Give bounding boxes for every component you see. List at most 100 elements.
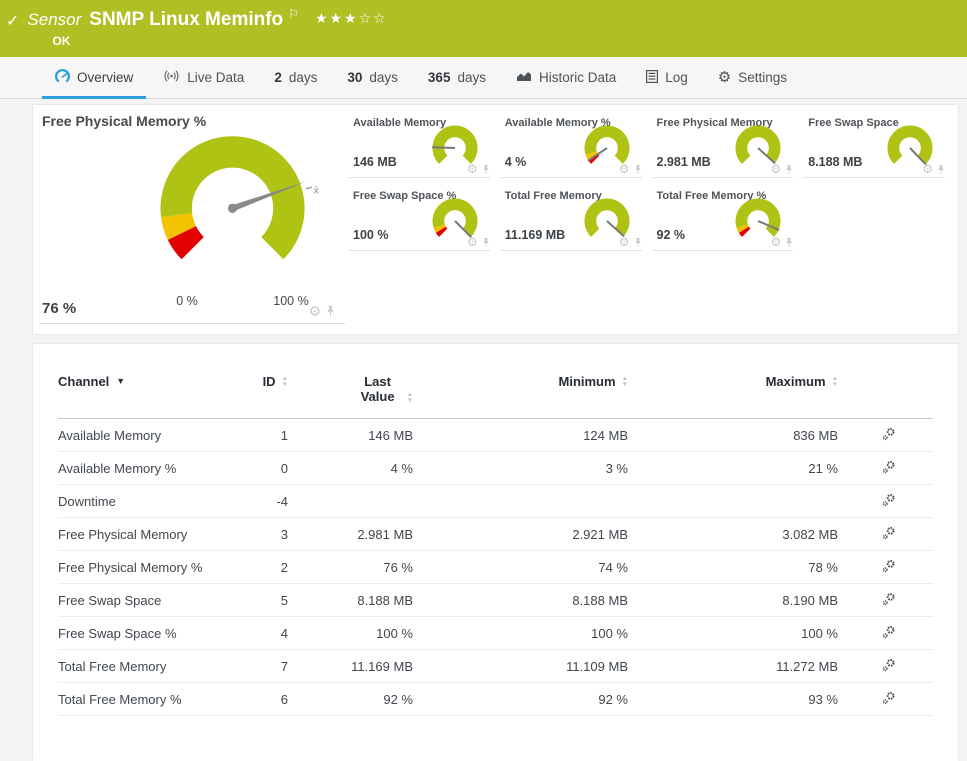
channel-table-row[interactable]: Downtime -4 [58, 485, 933, 518]
edit-channel-gears-icon[interactable] [882, 460, 896, 474]
gauge-settings-gear-icon[interactable]: ⚙ [308, 304, 321, 318]
tile-settings-gear-icon[interactable]: ⚙ [619, 236, 630, 248]
channel-minimum: 124 MB [583, 427, 628, 443]
column-header-maximum[interactable]: Maximum ▲ ▼ [766, 374, 838, 389]
channel-minimum: 92 % [598, 691, 628, 707]
column-header-channel[interactable]: Channel ▼ [58, 374, 230, 389]
tile-pin-icon[interactable] [634, 237, 642, 248]
channel-last-value: 92 % [383, 691, 413, 707]
channel-name[interactable]: Free Physical Memory [58, 527, 230, 542]
channel-maximum: 78 % [808, 559, 838, 575]
favorite-flag-icon[interactable]: ⚐ [288, 7, 299, 21]
gauge-pin-icon[interactable] [326, 305, 335, 317]
tab-overview[interactable]: Overview [40, 57, 148, 99]
tile-pin-icon[interactable] [482, 237, 490, 248]
channel-maximum: 836 MB [793, 427, 838, 443]
tab-historic-data[interactable]: Historic Data [501, 57, 631, 98]
edit-channel-gears-icon[interactable] [882, 493, 896, 507]
channel-last-value: 146 MB [368, 427, 413, 443]
channel-table-row[interactable]: Total Free Memory 7 11.169 MB 11.109 MB … [58, 650, 933, 683]
edit-channel-gears-icon[interactable] [882, 592, 896, 606]
tile-settings-gear-icon[interactable]: ⚙ [770, 236, 781, 248]
tile-value: 146 MB [353, 155, 397, 169]
gauge-tile: Available Memory 146 MB ⚙ [345, 112, 497, 178]
tile-settings-gear-icon[interactable]: ⚙ [467, 236, 478, 248]
channel-name[interactable]: Available Memory [58, 428, 230, 443]
edit-channel-gears-icon[interactable] [882, 559, 896, 573]
tab-2-days[interactable]: 2 days [259, 57, 332, 98]
channel-name[interactable]: Available Memory % [58, 461, 230, 476]
tab-label: Live Data [187, 70, 245, 85]
channel-table-row[interactable]: Total Free Memory % 6 92 % 92 % 93 % [58, 683, 933, 716]
column-header-last-value[interactable]: Last Value ▲ ▼ [355, 374, 413, 404]
channel-name[interactable]: Total Free Memory % [58, 692, 230, 707]
channel-name[interactable]: Free Swap Space [58, 593, 230, 608]
gauge-tiles: Available Memory 146 MB ⚙ Available Memo… [345, 105, 952, 324]
tile-pin-icon[interactable] [937, 164, 945, 175]
channel-table-row[interactable]: Free Physical Memory 3 2.981 MB 2.921 MB… [58, 518, 933, 551]
channel-last-value: 11.169 MB [351, 658, 413, 674]
channel-minimum: 2.921 MB [572, 526, 628, 542]
tab-label: Settings [738, 70, 788, 85]
tile-settings-gear-icon[interactable]: ⚙ [619, 163, 630, 175]
channel-last-value: 76 % [383, 559, 413, 575]
tab-log[interactable]: Log [631, 57, 703, 98]
tile-settings-gear-icon[interactable]: ⚙ [922, 163, 933, 175]
chart-icon [516, 70, 532, 85]
tab-365-days[interactable]: 365 days [413, 57, 501, 98]
tile-settings-gear-icon[interactable]: ⚙ [467, 163, 478, 175]
channel-name[interactable]: Downtime [58, 494, 230, 509]
channel-name[interactable]: Free Physical Memory % [58, 560, 230, 575]
edit-channel-gears-icon[interactable] [882, 658, 896, 672]
broadcast-icon [163, 70, 180, 85]
edit-channel-gears-icon[interactable] [882, 625, 896, 639]
edit-channel-gears-icon[interactable] [882, 427, 896, 441]
tile-value: 4 % [504, 155, 527, 169]
tile-pin-icon[interactable] [634, 164, 642, 175]
channel-table-row[interactable]: Free Swap Space % 4 100 % 100 % 100 % [58, 617, 933, 650]
gauge-icon [55, 68, 70, 87]
tab-label: Overview [77, 70, 134, 85]
sort-toggle-icon: ▲ ▼ [831, 375, 838, 388]
log-icon [646, 69, 659, 86]
tab-live-data[interactable]: Live Data [148, 57, 259, 98]
channel-name[interactable]: Free Swap Space % [58, 626, 230, 641]
gauge-tile: Total Free Memory 11.169 MB ⚙ [497, 185, 649, 251]
channel-table-row[interactable]: Free Swap Space 5 8.188 MB 8.188 MB 8.19… [58, 584, 933, 617]
tab-label: Historic Data [538, 70, 617, 85]
channel-id: 7 [280, 658, 288, 674]
tile-settings-gear-icon[interactable]: ⚙ [770, 163, 781, 175]
tile-pin-icon[interactable] [785, 164, 793, 175]
tile-value: 92 % [656, 228, 686, 242]
main-gauge-value: 76 % [42, 300, 77, 317]
channel-table-row[interactable]: Available Memory % 0 4 % 3 % 21 % [58, 452, 933, 485]
column-header-id[interactable]: ID ▲ ▼ [263, 374, 288, 389]
tab-30-days[interactable]: 30 days [332, 57, 413, 98]
tab-label: days [369, 70, 398, 85]
channel-name[interactable]: Total Free Memory [58, 659, 230, 674]
tab-day-count: 365 [427, 70, 451, 85]
channel-table-row[interactable]: Free Physical Memory % 2 76 % 74 % 78 % [58, 551, 933, 584]
tab-settings[interactable]: ⚙ Settings [703, 57, 802, 98]
tile-value: 100 % [353, 228, 389, 242]
channel-last-value: 100 % [376, 625, 413, 641]
channel-table-body: Available Memory 1 146 MB 124 MB 836 MB … [58, 419, 933, 716]
channel-maximum: 8.190 MB [782, 592, 838, 608]
edit-channel-gears-icon[interactable] [882, 691, 896, 705]
gauges-panel: Free Physical Memory % x̄ 0 % 100 % 76 %… [33, 105, 958, 334]
tile-pin-icon[interactable] [785, 237, 793, 248]
channel-id: -4 [276, 493, 288, 509]
tab-label: Log [665, 70, 688, 85]
column-header-minimum[interactable]: Minimum ▲ ▼ [559, 374, 629, 389]
main-gauge-chart: x̄ [160, 136, 319, 260]
tile-value: 8.188 MB [808, 155, 863, 169]
tab-label: days [457, 70, 486, 85]
channel-table-row[interactable]: Available Memory 1 146 MB 124 MB 836 MB [58, 419, 933, 452]
tile-pin-icon[interactable] [482, 164, 490, 175]
priority-stars[interactable]: ★★★☆☆ [315, 10, 388, 27]
channel-maximum: 11.272 MB [776, 658, 838, 674]
sort-desc-icon: ▼ [116, 376, 126, 386]
edit-channel-gears-icon[interactable] [882, 526, 896, 540]
sensor-title-block: Sensor SNMP Linux Meminfo ⚐ ★★★☆☆ OK [27, 7, 388, 48]
channel-id: 4 [280, 625, 288, 641]
